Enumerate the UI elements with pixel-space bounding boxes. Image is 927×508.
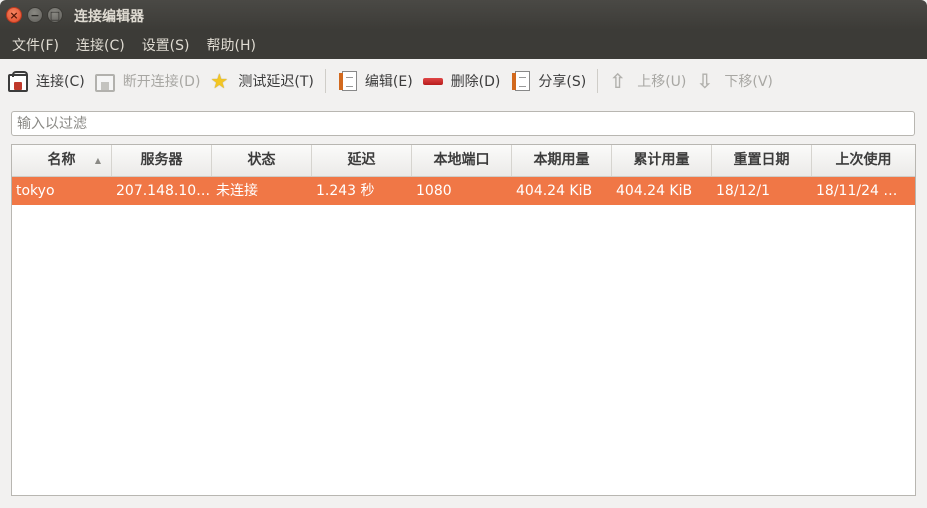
column-header-last-used[interactable]: 上次使用: [812, 145, 915, 176]
column-header-period-usage[interactable]: 本期用量: [512, 145, 612, 176]
column-header-server[interactable]: 服务器: [112, 145, 212, 176]
toolbar-separator: [597, 68, 599, 93]
menu-connection[interactable]: 连接(C): [76, 35, 125, 55]
move-down-button-label: 下移(V): [724, 73, 773, 90]
column-header-name[interactable]: 名称 ▲: [12, 145, 112, 176]
cell-reset-date: 18/12/1: [716, 183, 770, 199]
disconnect-icon: [94, 70, 117, 92]
cell-period-usage: 404.24 KiB: [516, 183, 593, 199]
menu-help[interactable]: 帮助(H): [207, 35, 256, 55]
move-down-button[interactable]: ⇩ 下移(V): [691, 66, 778, 96]
cell-total-usage: 404.24 KiB: [616, 183, 693, 199]
cell-name: tokyo: [16, 183, 55, 199]
filter-input[interactable]: [11, 111, 915, 136]
sort-ascending-icon: ▲: [94, 156, 101, 165]
menu-bar: 文件(F) 连接(C) 设置(S) 帮助(H): [0, 30, 927, 59]
table-row[interactable]: tokyo 207.148.10… 未连接 1.243 秒 1080 404.2…: [12, 177, 915, 205]
column-header-reset-date[interactable]: 重置日期: [712, 145, 812, 176]
share-button[interactable]: 分享(S): [505, 66, 591, 96]
star-icon: ★: [210, 68, 229, 93]
move-up-button-label: 上移(U): [637, 73, 687, 90]
toolbar: 连接(C) 断开连接(D) ★ 测试延迟(T) 编辑(E) 删除(D) 分享(S…: [0, 59, 927, 102]
arrow-down-icon: ⇩: [696, 68, 714, 93]
delete-button[interactable]: 删除(D): [418, 66, 506, 96]
connect-icon: [8, 70, 30, 92]
share-icon: [510, 70, 532, 92]
edit-button-label: 编辑(E): [364, 73, 413, 90]
delete-button-label: 删除(D): [450, 73, 501, 90]
cell-status: 未连接: [216, 183, 258, 199]
column-header-local-port[interactable]: 本地端口: [412, 145, 512, 176]
connect-button[interactable]: 连接(C): [3, 66, 90, 96]
document-icon: [337, 70, 359, 92]
toolbar-separator: [324, 68, 326, 93]
disconnect-button[interactable]: 断开连接(D): [90, 66, 206, 96]
connection-table: 名称 ▲ 服务器 状态 延迟 本地端口 本期用量 累计用量 重置日期 上次使用 …: [11, 144, 916, 496]
move-up-button[interactable]: ⇧ 上移(U): [604, 66, 691, 96]
arrow-up-icon: ⇧: [609, 68, 626, 93]
delete-icon: [422, 70, 445, 92]
column-header-latency[interactable]: 延迟: [312, 145, 412, 176]
minimize-icon[interactable]: −: [27, 7, 43, 23]
column-header-total-usage[interactable]: 累计用量: [612, 145, 712, 176]
cell-local-port: 1080: [416, 183, 452, 199]
test-latency-button[interactable]: ★ 测试延迟(T): [205, 66, 318, 96]
column-header-status[interactable]: 状态: [212, 145, 312, 176]
disconnect-button-label: 断开连接(D): [122, 73, 201, 90]
edit-button[interactable]: 编辑(E): [332, 66, 418, 96]
cell-server: 207.148.10…: [116, 183, 211, 199]
share-button-label: 分享(S): [538, 73, 587, 90]
menu-file[interactable]: 文件(F): [12, 35, 59, 55]
title-bar: × − □ 连接编辑器: [0, 0, 927, 30]
connect-button-label: 连接(C): [36, 73, 85, 90]
cell-latency: 1.243 秒: [316, 183, 375, 199]
window-title: 连接编辑器: [74, 9, 144, 25]
maximize-icon[interactable]: □: [47, 7, 63, 23]
test-latency-button-label: 测试延迟(T): [238, 73, 314, 90]
close-icon[interactable]: ×: [6, 7, 22, 23]
menu-settings[interactable]: 设置(S): [142, 35, 190, 55]
cell-last-used: 18/11/24 …: [816, 183, 898, 199]
column-header-label: 名称: [47, 152, 76, 168]
table-header: 名称 ▲ 服务器 状态 延迟 本地端口 本期用量 累计用量 重置日期 上次使用: [12, 145, 915, 177]
